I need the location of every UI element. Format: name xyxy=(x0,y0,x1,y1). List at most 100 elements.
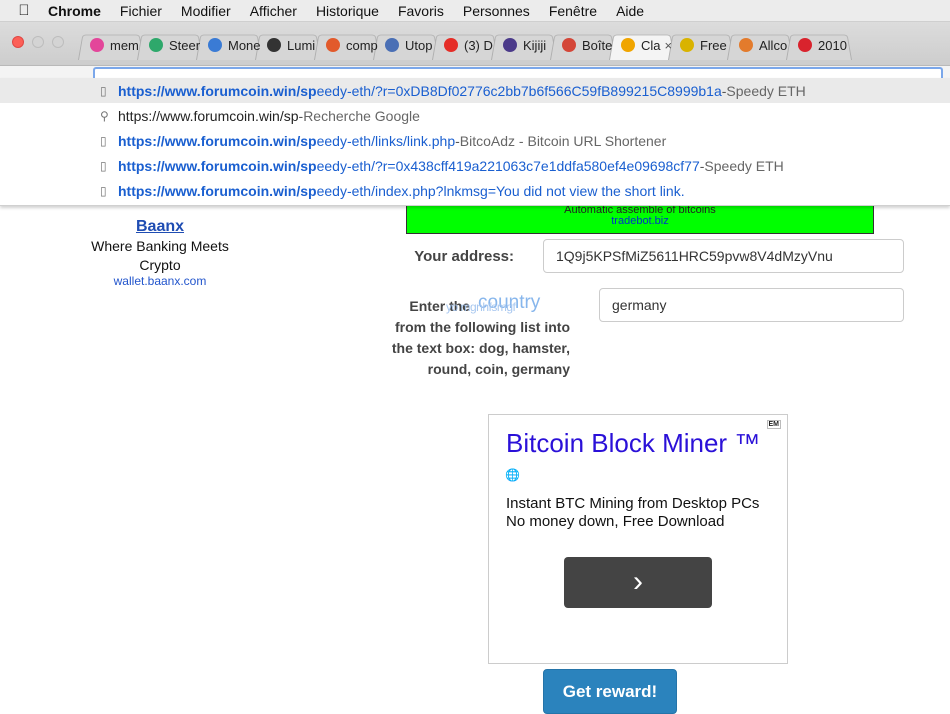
omnibox-suggestion[interactable]: ⚲ https://www.forumcoin.win/sp - Recherch… xyxy=(0,103,950,128)
omnibox-suggestions: ▯ https://www.forumcoin.win/sp eedy-eth/?r… xyxy=(0,78,950,206)
tab-title: Steer xyxy=(169,37,201,53)
tab-strip: mem Steer Mone Lumi comp Utop (3) D Kijiji Boîte… xyxy=(0,22,950,66)
suggestion-description: BitcoAdz - Bitcoin URL Shortener xyxy=(459,132,667,149)
baanx-line1: Where Banking Meets xyxy=(91,238,229,254)
baanx-ad[interactable]: Baanx Where Banking Meets Crypto wallet.… xyxy=(80,218,240,288)
suggestion-url-completion: eedy-eth/links/link.php xyxy=(316,132,456,149)
browser-tab[interactable]: 2010 xyxy=(786,30,852,60)
colorful-circle-icon xyxy=(90,38,104,52)
browser-tab[interactable]: mem xyxy=(78,30,144,60)
close-window-button[interactable] xyxy=(12,36,24,48)
browser-tab[interactable]: comp xyxy=(314,30,380,60)
ad-body-line1: Instant BTC Mining from Desktop PCs xyxy=(506,495,760,512)
menu-fenetre[interactable]: Fenêtre xyxy=(549,3,597,19)
captcha-noise: yo mgnhfsmgf xyxy=(446,300,516,314)
close-tab-icon[interactable]: × xyxy=(665,38,673,53)
bitcoin-icon xyxy=(621,38,635,52)
menu-modifier[interactable]: Modifier xyxy=(181,3,231,19)
browser-tab[interactable]: (3) D xyxy=(432,30,498,60)
baanx-line2: Crypto xyxy=(139,257,181,273)
suggestion-url-typed: https://www.forumcoin.win/sp xyxy=(118,132,317,149)
browser-tab[interactable]: Free xyxy=(668,30,734,60)
suggestion-url-typed: https://www.forumcoin.win/sp xyxy=(118,157,317,174)
captcha-instructions: Enter the from the following list into t… xyxy=(370,292,570,380)
browser-tab[interactable]: Utop xyxy=(373,30,439,60)
baanx-title[interactable]: Baanx xyxy=(80,218,240,236)
ad-go-button[interactable]: › xyxy=(564,557,712,608)
tab-title: Boîte xyxy=(582,37,613,53)
menu-aide[interactable]: Aide xyxy=(616,3,644,19)
browser-tab[interactable]: Allco xyxy=(727,30,793,60)
tabs-row: mem Steer Mone Lumi comp Utop (3) D Kijiji Boîte… xyxy=(78,30,847,60)
omnibox-suggestion[interactable]: ▯ https://www.forumcoin.win/sp eedy-eth/?r… xyxy=(0,78,950,103)
tab-title: Free xyxy=(700,37,727,53)
suggestion-url-typed: https://www.forumcoin.win/sp xyxy=(118,82,317,99)
suggestion-url-completion: eedy-eth/index.php?lnkmsg=You did not vi… xyxy=(316,182,685,199)
tab-title: 2010 xyxy=(818,37,847,53)
search-icon: ⚲ xyxy=(100,108,109,123)
browser-tab[interactable]: Mone xyxy=(196,30,262,60)
menu-historique[interactable]: Historique xyxy=(316,3,379,19)
menu-afficher[interactable]: Afficher xyxy=(250,3,297,19)
browser-tab[interactable]: Steer xyxy=(137,30,203,60)
k-logo-icon xyxy=(503,38,517,52)
zoom-window-button[interactable] xyxy=(52,36,64,48)
chevron-right-icon: › xyxy=(633,565,643,598)
tab-title: Allco xyxy=(759,37,788,53)
tab-title: (3) D xyxy=(464,37,493,53)
suggestion-url-typed: https://www.forumcoin.win/sp xyxy=(118,182,317,199)
omnibox-suggestion[interactable]: ▯ https://www.forumcoin.win/sp eedy-eth/li… xyxy=(0,128,950,153)
country-input[interactable] xyxy=(599,288,904,322)
browser-tab[interactable]: Lumi xyxy=(255,30,321,60)
d-logo-icon xyxy=(326,38,340,52)
coin-icon xyxy=(680,38,694,52)
minimize-window-button[interactable] xyxy=(32,36,44,48)
lightning-icon xyxy=(267,38,281,52)
green-banner-ad[interactable]: Automatic assemble of bitcoins tradebot.… xyxy=(406,206,874,234)
ad-headline[interactable]: Bitcoin Block Miner ™ xyxy=(506,428,760,459)
apple-icon[interactable]:  xyxy=(0,2,48,19)
suggestion-description: Speedy ETH xyxy=(704,157,784,174)
macos-menu-bar:  Chrome Fichier Modifier Afficher Histo… xyxy=(0,0,950,22)
ad-body-line2: No money down, Free Download xyxy=(506,513,725,530)
menu-app-name[interactable]: Chrome xyxy=(48,3,101,19)
m-logo-icon xyxy=(208,38,222,52)
green-banner-link[interactable]: tradebot.biz xyxy=(407,214,873,228)
page-icon: ▯ xyxy=(100,83,107,98)
tab-title: Cla xyxy=(641,37,661,53)
play-icon xyxy=(798,38,812,52)
browser-tab[interactable]: Kijiji xyxy=(491,30,557,60)
suggestion-description: Speedy ETH xyxy=(726,82,806,99)
tab-title: Kijiji xyxy=(523,37,547,53)
ad-em-badge[interactable]: EM xyxy=(766,420,781,429)
menu-fichier[interactable]: Fichier xyxy=(120,3,162,19)
instr-line4: round, coin, germany xyxy=(427,361,570,377)
omnibox-suggestion[interactable]: ▯ https://www.forumcoin.win/sp eedy-eth/?r… xyxy=(0,153,950,178)
suggestion-query: https://www.forumcoin.win/sp xyxy=(118,107,299,124)
steem-icon xyxy=(149,38,163,52)
omnibox-suggestion[interactable]: ▯ https://www.forumcoin.win/sp eedy-eth/in… xyxy=(0,178,950,203)
menu-personnes[interactable]: Personnes xyxy=(463,3,530,19)
menu-favoris[interactable]: Favoris xyxy=(398,3,444,19)
get-reward-button[interactable]: Get reward! xyxy=(543,669,677,714)
tab-title: mem xyxy=(110,37,139,53)
ad-body: Instant BTC Mining from Desktop PCs No m… xyxy=(506,495,759,531)
page-icon: ▯ xyxy=(100,133,107,148)
captcha-word: yo mgnhfsmgf country xyxy=(446,292,540,314)
address-input[interactable] xyxy=(543,239,904,273)
gmail-icon xyxy=(562,38,576,52)
green-banner-text: Automatic assemble of bitcoins xyxy=(564,206,716,214)
page-icon: ▯ xyxy=(100,158,107,173)
bitcoin-miner-ad[interactable]: EM Bitcoin Block Miner ™ 🌐 Instant BTC M… xyxy=(488,414,788,664)
suggestion-url-completion: eedy-eth/?r=0xDB8Df02776c2bb7b6f566C59fB… xyxy=(316,82,722,99)
tab-title: comp xyxy=(346,37,378,53)
tab-title: Mone xyxy=(228,37,261,53)
baanx-link[interactable]: wallet.baanx.com xyxy=(80,274,240,288)
page-content: Automatic assemble of bitcoins tradebot.… xyxy=(0,206,950,714)
browser-tab[interactable]: Boîte xyxy=(550,30,616,60)
tab-title: Utop xyxy=(405,37,433,53)
eye-icon xyxy=(385,38,399,52)
page-icon: ▯ xyxy=(100,183,107,198)
browser-tab[interactable]: Cla × xyxy=(609,30,675,60)
address-label: Your address: xyxy=(414,248,514,265)
